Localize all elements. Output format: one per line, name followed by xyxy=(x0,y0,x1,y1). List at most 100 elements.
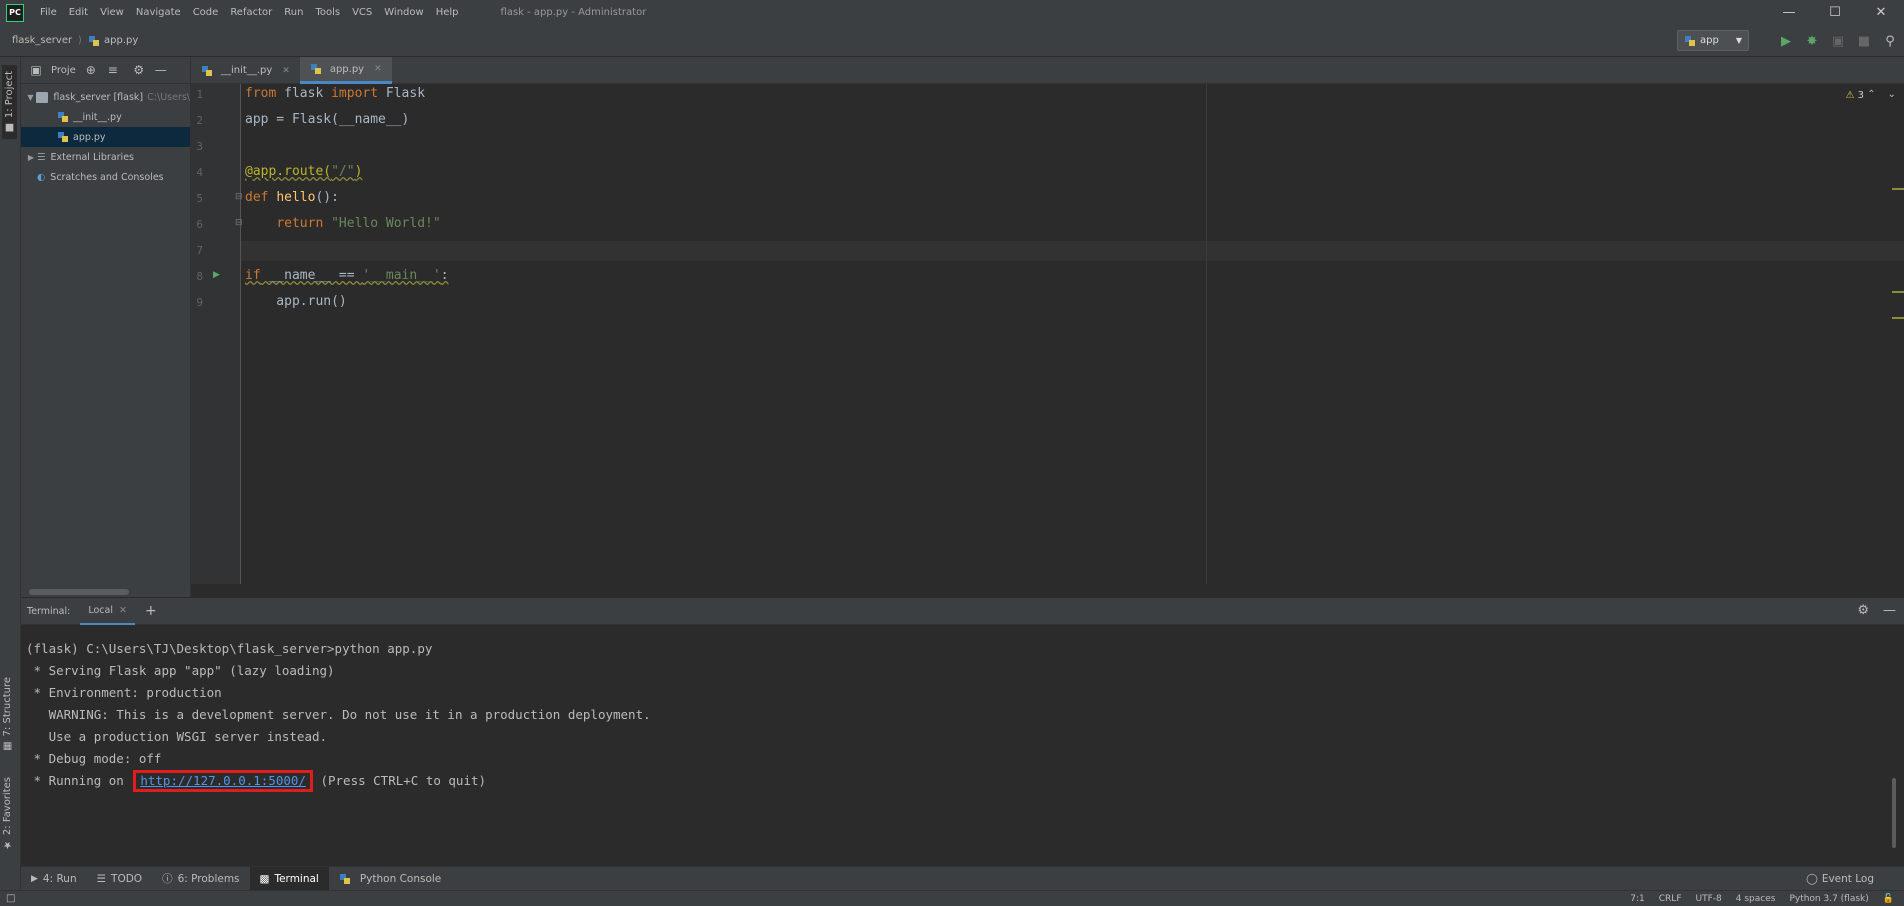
chevron-up-icon[interactable]: ⌃ xyxy=(1867,89,1875,100)
tab-structure[interactable]: ▦ 7: Structure xyxy=(2,677,13,751)
close-tab-icon[interactable]: ✕ xyxy=(374,64,382,74)
menu-vcs[interactable]: VCS xyxy=(346,7,378,18)
warning-icon: ⚠ xyxy=(1845,90,1855,101)
folder-view-icon: ▣ xyxy=(30,63,42,77)
scrollbar-warning-marker[interactable] xyxy=(1892,291,1904,293)
tab-project[interactable]: ■ 1: Project xyxy=(2,65,17,140)
menu-help[interactable]: Help xyxy=(430,7,465,18)
run-gutter-icon[interactable]: ▶ xyxy=(213,270,220,280)
search-icon[interactable]: ⚲ xyxy=(1882,33,1898,49)
tree-item-app-py[interactable]: app.py xyxy=(21,127,190,147)
breadcrumb-project[interactable]: flask_server xyxy=(0,35,72,46)
coverage-icon[interactable]: ▣ xyxy=(1830,33,1846,49)
terminal-line: * Environment: production xyxy=(26,685,222,700)
tool-tab-label: 6: Problems xyxy=(177,872,240,885)
hide-icon[interactable]: — xyxy=(154,63,168,77)
tab-app-py[interactable]: app.py ✕ xyxy=(299,57,392,84)
run-config-label: app xyxy=(1700,35,1719,46)
maximize-icon[interactable]: ☐ xyxy=(1812,0,1858,25)
fold-icon[interactable]: ⊟ xyxy=(235,192,243,202)
server-url-link[interactable]: http://127.0.0.1:5000/ xyxy=(140,773,306,788)
terminal-tab-local[interactable]: Local ✕ xyxy=(80,598,135,625)
menu-edit[interactable]: Edit xyxy=(63,7,94,18)
tool-tab-label: TODO xyxy=(111,872,143,885)
menu-refactor[interactable]: Refactor xyxy=(224,7,278,18)
fold-icon[interactable]: ⊟ xyxy=(235,218,243,228)
window-controls: — ☐ ✕ xyxy=(1766,0,1904,25)
line-number: 8 xyxy=(196,270,203,283)
new-terminal-icon[interactable]: + xyxy=(145,603,157,619)
folder-icon xyxy=(35,91,49,103)
run-icon[interactable]: ▶ xyxy=(1778,33,1794,49)
scrollbar-warning-marker[interactable] xyxy=(1892,317,1904,319)
terminal-scrollbar[interactable] xyxy=(1892,778,1896,848)
hide-icon[interactable]: — xyxy=(1883,603,1896,618)
terminal-line: WARNING: This is a development server. D… xyxy=(26,707,651,722)
code-line-6: return "Hello World!" xyxy=(276,216,441,231)
gear-icon[interactable]: ⚙ xyxy=(132,63,146,77)
menu-tools[interactable]: Tools xyxy=(309,7,346,18)
scrollbar-warning-marker[interactable] xyxy=(1892,188,1904,190)
gear-icon[interactable]: ⚙ xyxy=(1857,603,1869,618)
menu-code[interactable]: Code xyxy=(187,7,225,18)
tree-item-flask-server[interactable]: ▼ flask_server [flask] C:\Users\ xyxy=(21,87,190,107)
minimize-icon[interactable]: — xyxy=(1766,0,1812,25)
scratches-icon: ◐ xyxy=(37,171,46,183)
python-interpreter[interactable]: Python 3.7 (flask) xyxy=(1789,894,1868,904)
warning-count-badge[interactable]: ⚠ 3 xyxy=(1845,90,1864,101)
terminal-line: (flask) C:\Users\TJ\Desktop\flask_server… xyxy=(26,641,433,656)
collapse-all-icon[interactable]: ≡ xyxy=(106,63,120,77)
close-icon[interactable]: ✕ xyxy=(1858,0,1904,25)
menu-navigate[interactable]: Navigate xyxy=(130,7,187,18)
tree-item-init-py[interactable]: __init__.py xyxy=(21,107,190,127)
current-line-highlight xyxy=(191,241,1904,261)
breadcrumb-separator-icon: ⟩ xyxy=(78,35,82,46)
close-tab-icon[interactable]: ✕ xyxy=(282,66,290,76)
toggle-tool-windows-icon[interactable]: □ xyxy=(6,893,15,904)
python-file-icon xyxy=(310,64,321,74)
menu-run[interactable]: Run xyxy=(278,7,309,18)
terminal-output[interactable]: (flask) C:\Users\TJ\Desktop\flask_server… xyxy=(21,638,651,792)
line-number: 6 xyxy=(196,218,203,231)
chevron-right-icon[interactable]: ▶ xyxy=(25,153,37,162)
locate-icon[interactable]: ⊕ xyxy=(84,63,98,77)
project-view-dropdown[interactable]: Proje xyxy=(51,65,76,76)
right-margin-guide xyxy=(1206,84,1207,584)
running-prefix: * Running on xyxy=(26,773,132,788)
python-console-icon xyxy=(339,873,350,884)
menu-window[interactable]: Window xyxy=(378,7,429,18)
tree-item-label: app.py xyxy=(73,131,106,143)
caret-position[interactable]: 7:1 xyxy=(1630,894,1644,904)
tab-init-py[interactable]: __init__.py ✕ xyxy=(191,57,300,84)
tool-tab-python-console[interactable]: Python Console xyxy=(329,867,451,891)
indent-setting[interactable]: 4 spaces xyxy=(1736,894,1776,904)
event-log-button[interactable]: ◯ Event Log xyxy=(1806,867,1874,891)
breadcrumb-file[interactable]: app.py xyxy=(88,35,138,47)
file-encoding[interactable]: UTF-8 xyxy=(1696,894,1722,904)
tab-favorites[interactable]: ★ 2: Favorites xyxy=(2,777,13,850)
debug-icon[interactable]: ✸ xyxy=(1804,33,1820,49)
line-separator[interactable]: CRLF xyxy=(1659,894,1682,904)
terminal-panel: Terminal: Local ✕ + ⚙ — (flask) C:\Users… xyxy=(21,598,1904,866)
chevron-down-icon[interactable]: ⌄ xyxy=(1888,89,1896,100)
terminal-line: Use a production WSGI server instead. xyxy=(26,729,328,744)
code-editor[interactable]: 1 2 3 4 5 6 7 8 9 ▶ ⊟ ⊟ from flask impor… xyxy=(191,84,1904,584)
tool-tab-todo[interactable]: ☰ TODO xyxy=(87,867,152,891)
horizontal-scrollbar[interactable] xyxy=(29,589,129,595)
library-icon: ☰ xyxy=(37,151,46,163)
run-configuration-dropdown[interactable]: app ▼ xyxy=(1677,30,1749,51)
lock-icon[interactable]: 🔓 xyxy=(1883,894,1894,904)
menu-view[interactable]: View xyxy=(94,7,130,18)
tree-item-external-libraries[interactable]: ▶ ☰ External Libraries xyxy=(21,147,190,167)
menu-file[interactable]: File xyxy=(34,7,63,18)
line-number: 1 xyxy=(196,88,203,101)
tool-tab-problems[interactable]: ⓘ 6: Problems xyxy=(152,867,249,891)
tool-tab-run[interactable]: ▶ 4: Run xyxy=(21,867,87,891)
chevron-down-icon[interactable]: ▼ xyxy=(25,93,36,102)
close-tab-icon[interactable]: ✕ xyxy=(119,605,127,616)
tree-item-scratches[interactable]: ◐ Scratches and Consoles xyxy=(21,167,190,187)
status-widgets: 7:1 CRLF UTF-8 4 spaces Python 3.7 (flas… xyxy=(1630,891,1894,906)
tool-tab-terminal[interactable]: ▩ Terminal xyxy=(249,866,329,891)
stop-icon[interactable]: ■ xyxy=(1856,33,1872,49)
terminal-line: * Debug mode: off xyxy=(26,751,162,766)
